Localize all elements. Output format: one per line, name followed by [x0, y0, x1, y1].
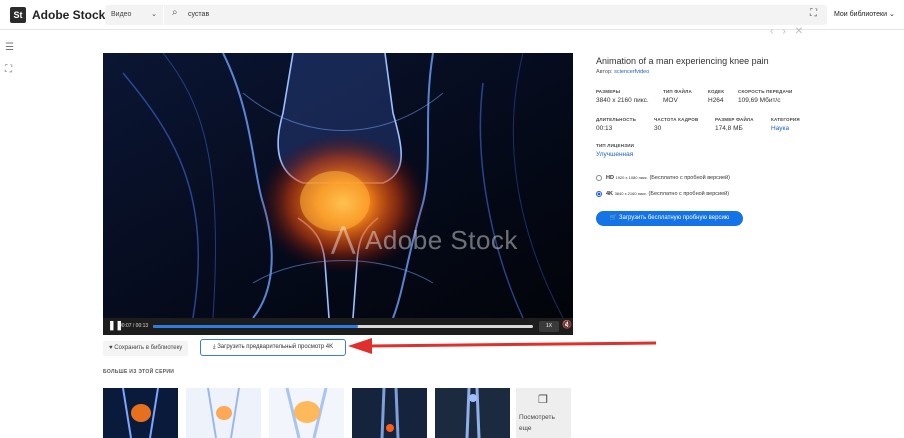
chevron-down-icon: ⌄ [888, 11, 895, 18]
playback-speed-button[interactable]: 1X [539, 321, 559, 332]
meta-label: РАЗМЕР ФАЙЛА [715, 117, 754, 122]
meta-value: 30 [654, 125, 662, 132]
meta-label: ЧАСТОТА КАДРОВ [654, 117, 699, 122]
search-input[interactable]: сустав [188, 11, 209, 18]
meta-label: ТИП ФАЙЛА [663, 89, 692, 94]
save-to-library-label: Сохранить в библиотеку [114, 345, 183, 351]
4k-option-radio[interactable] [596, 191, 602, 197]
option-size: 1920 x 1080 пикс. [615, 175, 648, 180]
option-name: HD [606, 175, 614, 181]
annotation-arrow [348, 338, 657, 354]
author-line: Автор: sciencerfvideo [596, 69, 649, 75]
option-note: (Бесплатно с пробной версией) [649, 175, 730, 181]
license-type-link[interactable]: Улучшенная [596, 151, 633, 158]
meta-label: СКОРОСТЬ ПЕРЕДАЧИ [738, 89, 793, 94]
4k-option-label[interactable]: 4K 3840 x 2160 пикс. (Бесплатно с пробно… [606, 191, 729, 197]
progress-bar[interactable] [153, 325, 533, 328]
adobe-stock-logo-icon[interactable]: St [10, 7, 26, 23]
libraries-menu[interactable]: Мои библиотеки ⌄ [834, 10, 895, 18]
download-preview-button[interactable]: ⤓ Загрузить предварительный просмотр 4K [200, 339, 346, 356]
media-type-select[interactable]: Видео ⌄ [105, 5, 163, 25]
meta-label: ДЛИТЕЛЬНОСТЬ [596, 117, 637, 122]
meta-label: КОДЕК [708, 89, 725, 94]
author-link[interactable]: sciencerfvideo [614, 69, 649, 75]
search-bar[interactable]: ⌕ сустав ⛶ [164, 5, 827, 25]
libraries-label: Мои библиотеки [834, 11, 887, 18]
adobe-logo-watermark-icon: ⋀ [331, 222, 356, 255]
knee-xray-illustration [103, 53, 573, 318]
see-more-label: Посмотреть еще [519, 414, 555, 432]
option-name: 4K [606, 191, 614, 197]
gallery-icon: ❐ [538, 394, 548, 406]
visual-search-sidebar-icon[interactable]: ⛶ [5, 64, 12, 75]
meta-label: КАТЕГОРИЯ [771, 117, 800, 122]
media-type-value: Видео [111, 11, 132, 18]
playback-time: 00:07 / 00:13 [119, 323, 149, 329]
cart-icon: 🛒 [609, 215, 618, 221]
meta-label: РАЗМЕРЫ [596, 89, 621, 94]
chevron-down-icon: ⌄ [151, 11, 157, 18]
mute-icon[interactable]: 🔇 [562, 320, 572, 329]
meta-value: 00:13 [596, 125, 613, 132]
filters-icon[interactable]: ☰ [5, 42, 14, 53]
meta-value: 174,8 МБ [715, 125, 743, 132]
category-link[interactable]: Наука [771, 125, 789, 132]
meta-value: MOV [663, 97, 678, 104]
free-trial-download-label: Загрузить бесплатную пробную версию [618, 215, 730, 221]
hd-option-label[interactable]: HD 1920 x 1080 пикс. (Бесплатно с пробно… [606, 175, 730, 181]
meta-value: 3840 x 2160 пикс. [596, 97, 649, 104]
close-icon[interactable]: ✕ [795, 26, 812, 37]
see-more-button[interactable]: ❐ Посмотреть еще [516, 388, 571, 438]
series-thumbnail[interactable] [352, 388, 427, 438]
video-controls: ❚❚ 00:07 / 00:13 1X 🔇 [103, 318, 573, 335]
series-thumbnail[interactable] [186, 388, 261, 438]
search-icon: ⌕ [172, 7, 178, 18]
meta-value: H264 [708, 97, 724, 104]
hd-option-radio[interactable] [596, 175, 602, 181]
license-type-label: ТИП ЛИЦЕНЗИИ [596, 143, 635, 148]
download-icon: ⤓ [212, 344, 216, 350]
progress-fill [153, 325, 359, 328]
next-arrow-icon[interactable]: › [782, 26, 794, 37]
visual-search-icon[interactable]: ⛶ [810, 8, 817, 19]
item-navigation: ‹›✕ [770, 26, 812, 37]
author-prefix: Автор: [596, 69, 613, 75]
series-thumbnail[interactable] [269, 388, 344, 438]
previous-arrow-icon[interactable]: ‹ [770, 26, 782, 37]
heart-icon: ♥ [109, 345, 113, 351]
top-bar: St Adobe Stock Видео ⌄ ⌕ сустав ⛶ Мои би… [0, 0, 904, 30]
free-trial-download-button[interactable]: 🛒 Загрузить бесплатную пробную версию [596, 211, 743, 226]
asset-title: Animation of a man experiencing knee pai… [596, 56, 769, 66]
video-preview[interactable]: ⋀ Adobe Stock [103, 53, 573, 318]
download-preview-label: Загрузить предварительный просмотр 4K [217, 344, 334, 350]
option-note: (Бесплатно с пробной версией) [648, 191, 730, 197]
adobe-stock-logo-text[interactable]: Adobe Stock [32, 8, 105, 22]
save-to-library-button[interactable]: ♥ Сохранить в библиотеку [103, 341, 189, 356]
option-size: 3840 x 2160 пикс. [614, 191, 647, 196]
series-thumbnail[interactable] [103, 388, 178, 438]
more-from-series-heading: БОЛЬШЕ ИЗ ЭТОЙ СЕРИИ [103, 369, 175, 375]
watermark-text: Adobe Stock [365, 225, 518, 255]
series-thumbnail[interactable] [435, 388, 510, 438]
meta-value: 109,69 Мбит/с [738, 97, 781, 104]
